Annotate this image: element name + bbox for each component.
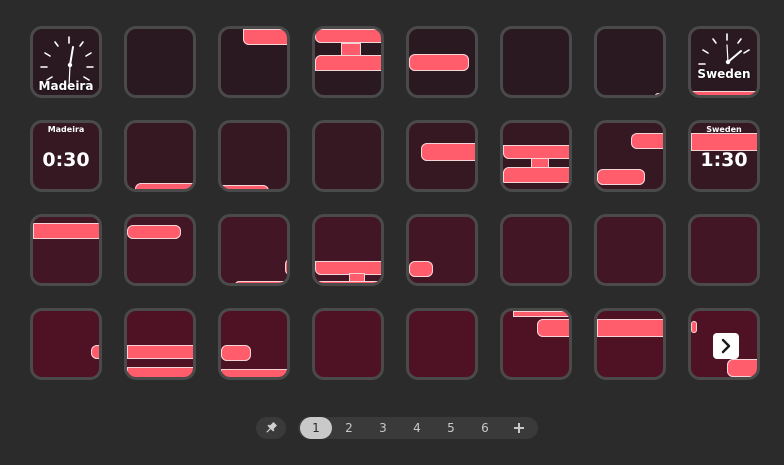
page-4-button[interactable]: 4 xyxy=(400,417,434,439)
plus-icon xyxy=(514,423,524,433)
tile[interactable] xyxy=(688,214,760,286)
page-1-button[interactable]: 1 xyxy=(300,417,332,439)
analog-clock-icon xyxy=(698,33,750,65)
next-button[interactable] xyxy=(713,333,739,359)
tile[interactable] xyxy=(312,120,384,192)
tile[interactable] xyxy=(218,308,290,380)
tile[interactable] xyxy=(500,214,572,286)
tile[interactable] xyxy=(218,26,290,98)
sweden-digital-time: 1:30 xyxy=(700,149,748,171)
tile[interactable] xyxy=(594,308,666,380)
chevron-right-icon xyxy=(721,338,731,354)
page-selector: 1 2 3 4 5 6 xyxy=(298,417,538,439)
tile-next-page[interactable] xyxy=(688,308,760,380)
tile[interactable] xyxy=(500,308,572,380)
tile[interactable] xyxy=(30,308,102,380)
tile[interactable] xyxy=(124,308,196,380)
tile-sweden-analog-clock[interactable]: Sweden xyxy=(688,26,760,98)
tile-madeira-analog-clock[interactable]: Madeira xyxy=(30,26,102,98)
pin-icon xyxy=(266,421,278,433)
tile[interactable] xyxy=(594,214,666,286)
tile[interactable] xyxy=(594,120,666,192)
page-3-button[interactable]: 3 xyxy=(366,417,400,439)
tile[interactable] xyxy=(406,26,478,98)
add-page-button[interactable] xyxy=(502,417,536,439)
tile[interactable] xyxy=(594,26,666,98)
tile[interactable] xyxy=(312,308,384,380)
tile[interactable] xyxy=(218,120,290,192)
madeira-clock-label: Madeira xyxy=(38,79,94,93)
tile[interactable] xyxy=(500,120,572,192)
tile-sweden-digital-clock[interactable]: Sweden 1:30 xyxy=(688,120,760,192)
tile[interactable] xyxy=(218,214,290,286)
madeira-digital-time: 0:30 xyxy=(42,149,90,171)
tile[interactable] xyxy=(406,308,478,380)
tile[interactable] xyxy=(124,120,196,192)
sweden-digital-label: Sweden xyxy=(706,125,742,134)
page-6-button[interactable]: 6 xyxy=(468,417,502,439)
tile[interactable] xyxy=(124,26,196,98)
tile[interactable] xyxy=(406,120,478,192)
tile[interactable] xyxy=(406,214,478,286)
tile[interactable] xyxy=(312,214,384,286)
tile-madeira-digital-clock[interactable]: Madeira 0:30 xyxy=(30,120,102,192)
page-2-button[interactable]: 2 xyxy=(332,417,366,439)
tile[interactable] xyxy=(30,214,102,286)
sweden-clock-label: Sweden xyxy=(697,67,751,81)
tile[interactable] xyxy=(312,26,384,98)
pin-button[interactable] xyxy=(256,417,286,439)
madeira-digital-label: Madeira xyxy=(47,125,85,134)
page-5-button[interactable]: 5 xyxy=(434,417,468,439)
tile[interactable] xyxy=(124,214,196,286)
tile[interactable] xyxy=(500,26,572,98)
tile-grid: Madeira Sweden Madeira 0:30 Sweden 1:30 xyxy=(0,0,784,400)
